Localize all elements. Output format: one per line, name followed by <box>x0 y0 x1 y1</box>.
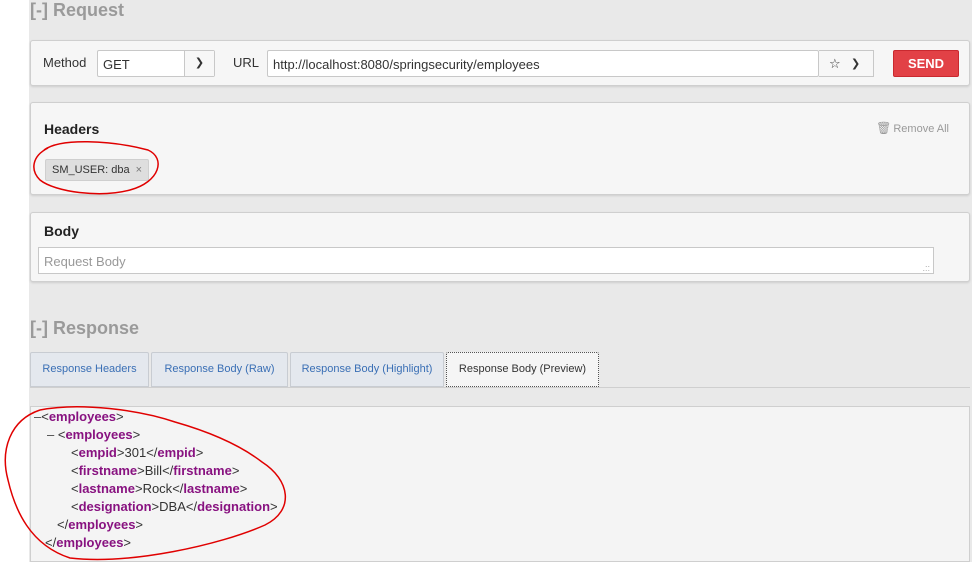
trash-icon: 🗑 <box>876 121 892 135</box>
remove-all-label: Remove All <box>893 123 949 135</box>
xml-preview: –<employees> – <employees> <empid>301</e… <box>30 406 970 562</box>
xml-item-open: – <employees> <box>47 427 141 442</box>
xml-root-close: </employees> <box>45 535 132 550</box>
close-icon[interactable]: × <box>136 164 142 176</box>
response-section-title[interactable]: [-] Response <box>30 318 139 339</box>
resize-handle-icon[interactable]: .:: <box>922 263 930 273</box>
tab-response-headers[interactable]: Response Headers <box>30 352 149 387</box>
tab-response-body-highlight[interactable]: Response Body (Highlight) <box>290 352 444 387</box>
send-button[interactable]: SEND <box>893 50 959 77</box>
collapse-icon[interactable]: – <box>47 427 54 442</box>
tab-divider <box>30 387 970 388</box>
xml-item-close: </employees> <box>57 517 144 532</box>
method-label: Method <box>43 55 87 70</box>
chevron-down-icon[interactable]: ❯ <box>184 51 214 76</box>
xml-field-firstname: <firstname>Bill</firstname> <box>71 463 240 478</box>
url-label: URL <box>233 55 260 70</box>
chevron-down-icon[interactable]: ❯ <box>851 57 860 70</box>
url-input[interactable]: http://localhost:8080/springsecurity/emp… <box>267 50 819 77</box>
remove-all-button[interactable]: 🗑 Remove All <box>876 121 949 135</box>
url-value: http://localhost:8080/springsecurity/emp… <box>273 57 540 72</box>
method-select[interactable]: GET ❯ <box>97 50 215 77</box>
url-actions: ☆ ❯ <box>819 50 874 77</box>
xml-field-lastname: <lastname>Rock</lastname> <box>71 481 248 496</box>
method-url-panel: Method GET ❯ URL http://localhost:8080/s… <box>30 40 970 86</box>
headers-title: Headers <box>44 121 100 137</box>
headers-panel: Headers 🗑 Remove All SM_USER: dba × <box>30 102 970 195</box>
star-icon[interactable]: ☆ <box>829 56 841 72</box>
method-value: GET <box>103 57 130 72</box>
xml-root-open: –<employees> <box>34 409 124 424</box>
xml-field-designation: <designation>DBA</designation> <box>71 499 278 514</box>
xml-field-empid: <empid>301</empid> <box>71 445 204 460</box>
request-body-input[interactable]: Request Body .:: <box>38 247 934 274</box>
body-panel: Body Request Body .:: <box>30 212 970 282</box>
tab-response-body-preview[interactable]: Response Body (Preview) <box>446 352 599 387</box>
header-chip[interactable]: SM_USER: dba × <box>45 159 150 181</box>
header-chip-label: SM_USER: dba <box>52 164 130 176</box>
body-title: Body <box>44 223 79 239</box>
request-section-title[interactable]: [-] Request <box>30 0 124 21</box>
request-body-placeholder: Request Body <box>44 254 126 269</box>
tab-response-body-raw[interactable]: Response Body (Raw) <box>151 352 288 387</box>
